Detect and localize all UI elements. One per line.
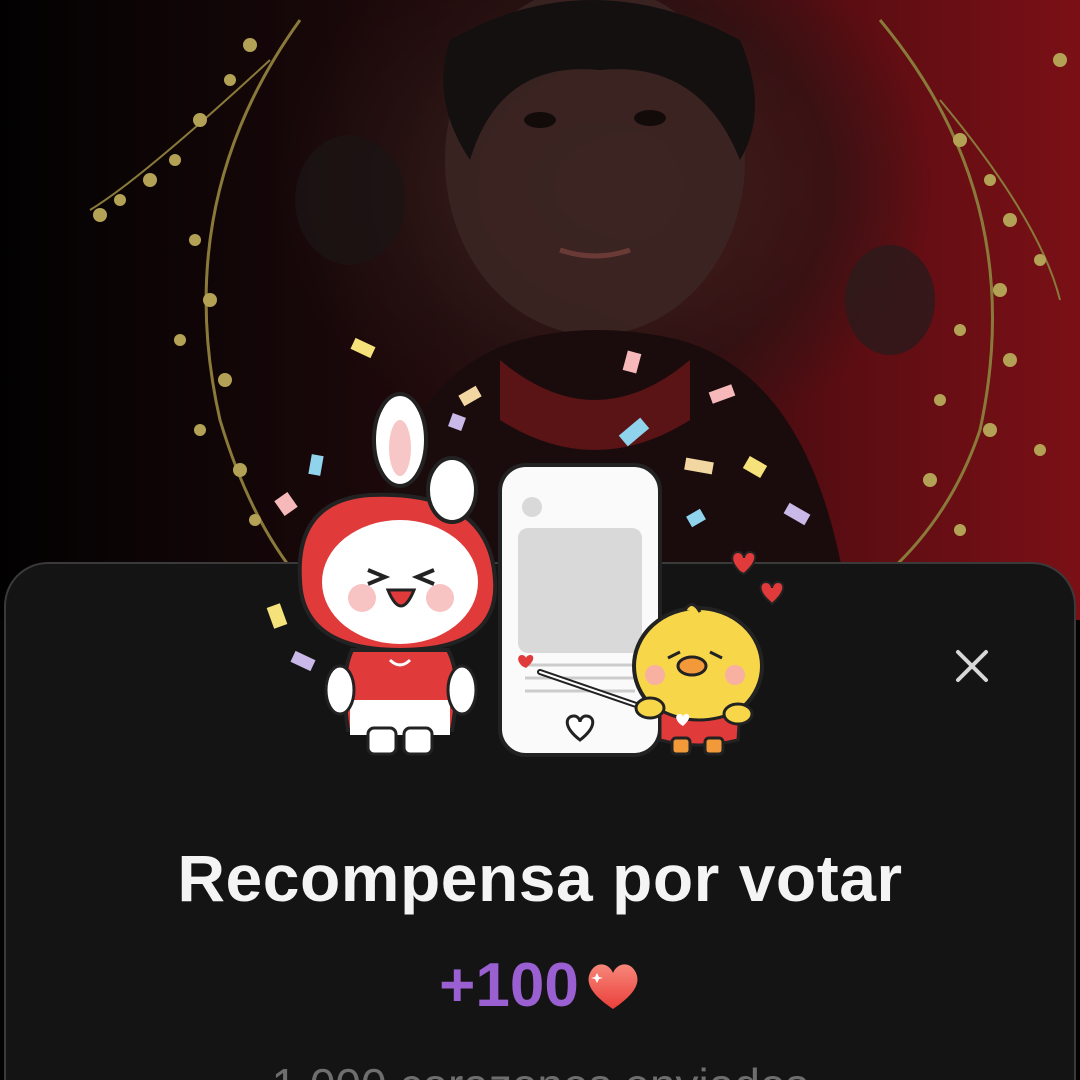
close-icon <box>956 650 988 682</box>
reward-amount-row: +100 <box>0 950 1080 1021</box>
heart-icon <box>588 963 638 1009</box>
bunny-mascot <box>297 392 498 756</box>
vote-reward-screen: Recompensa por votar +100 1.000 corazone… <box>0 0 1080 1080</box>
mascot-vote-illustration <box>266 337 811 757</box>
reward-title: Recompensa por votar <box>177 841 903 915</box>
reward-amount: +100 <box>439 951 579 1020</box>
close-button[interactable] <box>950 644 994 688</box>
hearts-sent-caption: 1.000 corazones enviados <box>0 1058 1080 1080</box>
